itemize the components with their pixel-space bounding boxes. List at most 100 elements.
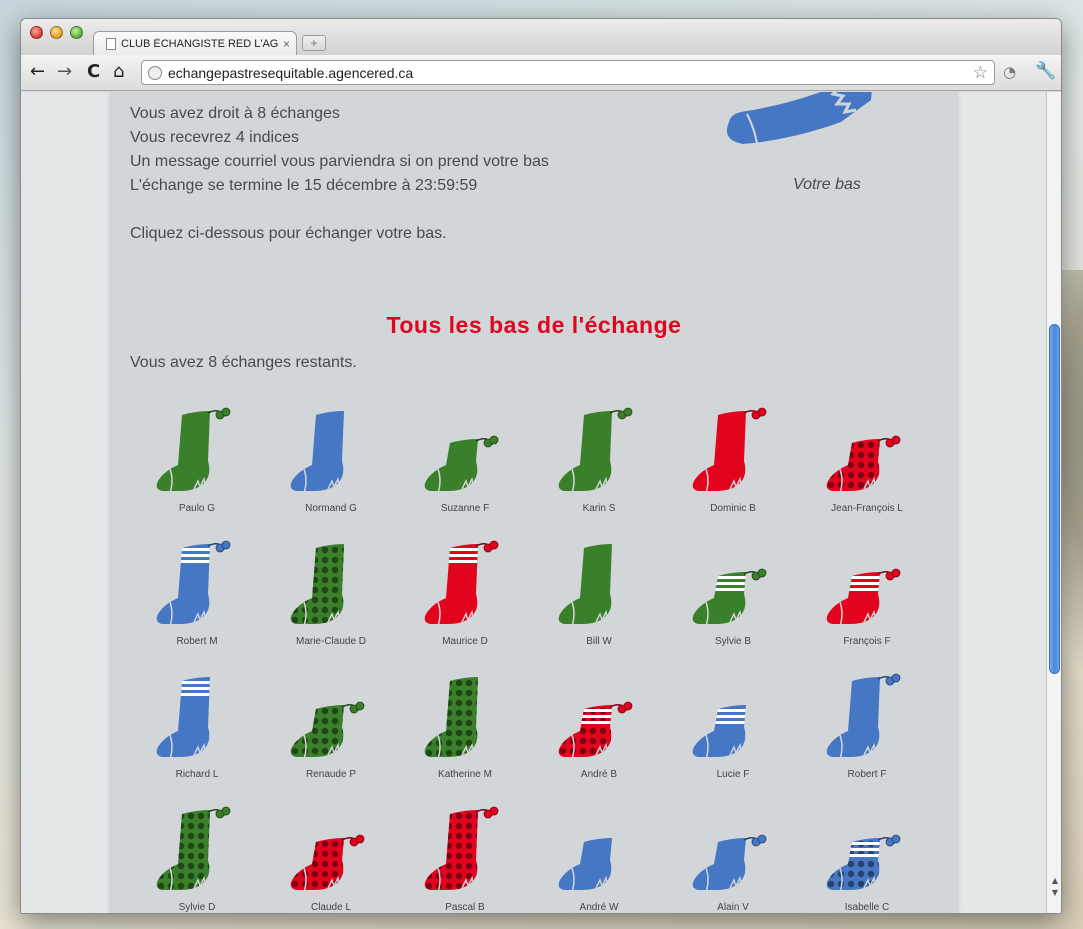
- browser-tab[interactable]: CLUB ÉCHANGISTE RED L'AGENCE ×: [93, 31, 297, 55]
- stocking-owner-name: Bill W: [586, 636, 612, 647]
- address-bar[interactable]: echangepastresequitable.agencered.ca ☆: [141, 60, 995, 85]
- stocking-icon: [558, 544, 612, 624]
- stocking-icon: [290, 544, 344, 624]
- stocking-item[interactable]: Alain V: [666, 796, 800, 913]
- stocking-icon: [424, 540, 499, 624]
- stocking-item[interactable]: Sylvie D: [130, 796, 264, 913]
- stocking-item[interactable]: Robert M: [130, 530, 264, 660]
- stocking-owner-name: Sylvie B: [714, 636, 752, 647]
- stocking-icon: [558, 701, 633, 757]
- stocking-owner-name: Lucie F: [716, 769, 750, 780]
- exchange-cta-text: Cliquez ci-dessous pour échanger votre b…: [130, 225, 447, 242]
- stocking-icon: [290, 411, 344, 491]
- stocking-icon: [290, 701, 365, 757]
- stocking-item[interactable]: Maurice D: [398, 530, 532, 660]
- new-tab-button[interactable]: +: [302, 35, 326, 51]
- stocking-icon: [424, 806, 499, 890]
- stocking-icon: [826, 673, 901, 757]
- stocking-owner-name: Paulo G: [178, 503, 216, 514]
- stocking-owner-name: Karin S: [582, 503, 616, 514]
- stocking-owner-name: Suzanne F: [440, 503, 490, 514]
- stocking-icon: [826, 834, 901, 890]
- zoom-window-button[interactable]: [70, 26, 83, 39]
- stocking-owner-name: André B: [580, 769, 618, 780]
- stocking-item[interactable]: Jean-François L: [800, 397, 934, 527]
- stocking-item[interactable]: Bill W: [532, 530, 666, 660]
- stocking-icon: [156, 677, 210, 757]
- stocking-item[interactable]: Richard L: [130, 663, 264, 793]
- stocking-item[interactable]: Katherine M: [398, 663, 532, 793]
- reload-icon[interactable]: C: [87, 62, 100, 82]
- stocking-owner-name: Renaude P: [305, 769, 357, 780]
- stocking-icon: [156, 806, 231, 890]
- stocking-icon: [692, 705, 746, 757]
- minimize-window-button[interactable]: [50, 26, 63, 39]
- stocking-owner-name: Marie-Claude D: [295, 636, 367, 647]
- stocking-owner-name: Claude L: [310, 902, 352, 913]
- close-window-button[interactable]: [30, 26, 43, 39]
- stocking-item[interactable]: Sylvie B: [666, 530, 800, 660]
- home-icon[interactable]: ⌂: [113, 62, 124, 82]
- stocking-owner-name: André W: [579, 902, 619, 913]
- page-content: Vous avez droit à 8 échanges Vous recevr…: [109, 92, 959, 913]
- forward-arrow-icon[interactable]: →: [57, 62, 72, 82]
- stocking-icon: [424, 435, 499, 491]
- scroll-up-arrow-icon[interactable]: ▲: [1049, 876, 1061, 888]
- stocking-item[interactable]: Isabelle C: [800, 796, 934, 913]
- back-arrow-icon[interactable]: ←: [30, 62, 45, 82]
- title-bar: CLUB ÉCHANGISTE RED L'AGENCE × +: [21, 19, 1061, 55]
- stocking-item[interactable]: Dominic B: [666, 397, 800, 527]
- section-title: Tous les bas de l'échange: [386, 312, 682, 338]
- stocking-item[interactable]: Renaude P: [264, 663, 398, 793]
- stocking-item[interactable]: Paulo G: [130, 397, 264, 527]
- page-icon: [106, 37, 116, 50]
- own-stocking-label: Votre bas: [793, 176, 861, 193]
- stocking-item[interactable]: Pascal B: [398, 796, 532, 913]
- stocking-item[interactable]: Robert F: [800, 663, 934, 793]
- remaining-exchanges: Vous avez 8 échanges restants.: [130, 354, 357, 371]
- stocking-item[interactable]: François F: [800, 530, 934, 660]
- stocking-owner-name: Jean-François L: [831, 503, 903, 514]
- vertical-scrollbar[interactable]: ▲ ▼: [1046, 92, 1061, 913]
- tab-title: CLUB ÉCHANGISTE RED L'AGENCE: [121, 37, 278, 50]
- stocking-owner-name: Richard L: [175, 769, 219, 780]
- stocking-icon: [826, 568, 901, 624]
- stocking-item[interactable]: Claude L: [264, 796, 398, 913]
- wrench-menu-icon[interactable]: 🔧: [1035, 61, 1056, 81]
- info-line: L'échange se termine le 15 décembre à 23…: [130, 177, 478, 194]
- stocking-icon: [290, 834, 365, 890]
- url-text[interactable]: echangepastresequitable.agencered.ca: [168, 65, 967, 81]
- stocking-owner-name: Maurice D: [442, 636, 488, 647]
- stocking-owner-name: Pascal B: [445, 902, 485, 913]
- stocking-owner-name: Normand G: [305, 503, 357, 514]
- extension-icon[interactable]: ◔: [1003, 63, 1025, 83]
- info-line: Vous recevrez 4 indices: [130, 129, 299, 146]
- page-viewport: Vous avez droit à 8 échanges Vous recevr…: [21, 92, 1046, 913]
- stocking-item[interactable]: André B: [532, 663, 666, 793]
- bookmark-star-icon[interactable]: ☆: [973, 63, 988, 83]
- stocking-owner-name: Isabelle C: [844, 902, 890, 913]
- stocking-owner-name: Robert M: [176, 636, 218, 647]
- globe-icon: [148, 65, 162, 80]
- stocking-item[interactable]: Normand G: [264, 397, 398, 527]
- stocking-owner-name: Sylvie D: [178, 902, 216, 913]
- stocking-item[interactable]: Suzanne F: [398, 397, 532, 527]
- stocking-owner-name: François F: [843, 636, 891, 647]
- scrollbar-thumb[interactable]: [1049, 324, 1060, 674]
- stocking-item[interactable]: Marie-Claude D: [264, 530, 398, 660]
- stocking-item[interactable]: André W: [532, 796, 666, 913]
- stocking-icon: [558, 838, 612, 890]
- stocking-owner-name: Katherine M: [438, 769, 492, 780]
- stocking-item[interactable]: Lucie F: [666, 663, 800, 793]
- scroll-down-arrow-icon[interactable]: ▼: [1049, 888, 1061, 900]
- info-line: Un message courriel vous parviendra si o…: [130, 153, 549, 170]
- stocking-item[interactable]: Karin S: [532, 397, 666, 527]
- tab-close-icon[interactable]: ×: [283, 37, 290, 51]
- stocking-owner-name: Dominic B: [710, 503, 756, 514]
- info-line: Vous avez droit à 8 échanges: [130, 105, 340, 122]
- stocking-icon: [156, 407, 231, 491]
- stocking-icon: [692, 834, 767, 890]
- browser-toolbar: ← → C ⌂ echangepastresequitable.agencere…: [21, 55, 1061, 91]
- stocking-icon: [424, 677, 478, 757]
- own-stocking-image: [726, 92, 872, 145]
